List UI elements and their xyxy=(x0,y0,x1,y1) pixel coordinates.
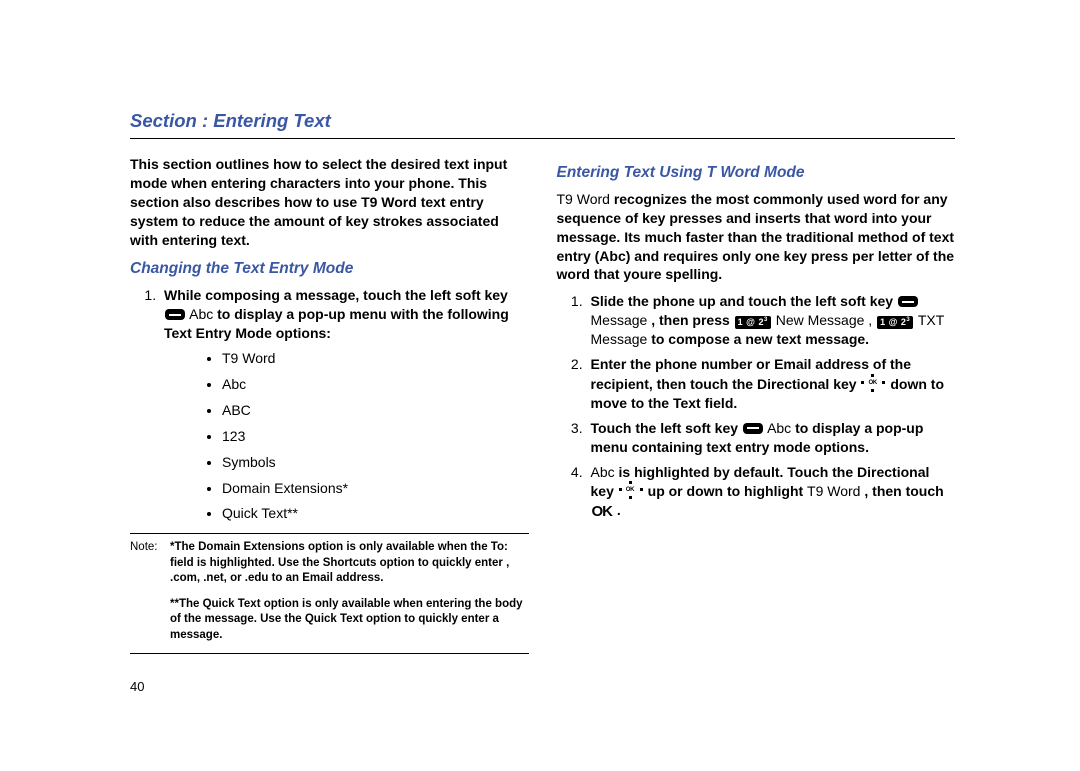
right-step-4: Abc is highlighted by default. Touch the… xyxy=(587,463,956,523)
step1-part-c: to display a pop-up menu with the follow… xyxy=(164,306,509,341)
note-block: Note: *The Domain Extensions option is o… xyxy=(130,540,529,643)
t9word-label: T9 Word xyxy=(557,191,610,207)
ok-icon: OK xyxy=(592,502,613,522)
mode-option: T9 Word xyxy=(222,349,529,368)
menu-key-icon: 1 @ 23 xyxy=(877,316,913,329)
page-number: 40 xyxy=(130,678,529,696)
softkey-icon xyxy=(165,309,185,320)
mode-option: Abc xyxy=(222,375,529,394)
mode-option: 123 xyxy=(222,427,529,446)
s1-c: to compose a new text message. xyxy=(651,331,869,347)
left-steps-list: While composing a message, touch the lef… xyxy=(130,286,529,523)
mode-options-list: T9 Word Abc ABC 123 Symbols Domain Exten… xyxy=(164,349,529,523)
right-intro: T9 Word recognizes the most commonly use… xyxy=(557,190,956,284)
right-steps-list: Slide the phone up and touch the left so… xyxy=(557,292,956,522)
s4-c: up or down to highlight xyxy=(648,483,807,499)
menu-key-icon: 1 @ 23 xyxy=(735,316,771,329)
s4-abc: Abc xyxy=(591,464,615,480)
note-label: Note: xyxy=(130,540,164,643)
subhead-changing-mode: Changing the Text Entry Mode xyxy=(130,259,529,280)
directional-key-icon: OK xyxy=(619,481,643,499)
subhead-t9word: Entering Text Using T Word Mode xyxy=(557,163,956,184)
mode-option: ABC xyxy=(222,401,529,420)
right-step-2: Enter the phone number or Email address … xyxy=(587,355,956,413)
step1-abc: Abc xyxy=(189,306,213,322)
intro-text: This section outlines how to select the … xyxy=(130,155,529,249)
mode-option: Quick Text** xyxy=(222,504,529,523)
s3-abc: Abc xyxy=(767,420,791,436)
divider xyxy=(130,653,529,654)
softkey-icon xyxy=(743,423,763,434)
s1-message: Message xyxy=(591,312,648,328)
mode-option: Symbols xyxy=(222,453,529,472)
s1-b: , then press xyxy=(651,312,733,328)
divider xyxy=(130,138,955,139)
s4-f: . xyxy=(617,502,621,518)
s1-a: Slide the phone up and touch the left so… xyxy=(591,293,894,309)
softkey-icon xyxy=(898,296,918,307)
mode-option: Domain Extensions* xyxy=(222,479,529,498)
right-column: Entering Text Using T Word Mode T9 Word … xyxy=(557,155,956,696)
step1-part-a: While composing a message, touch the lef… xyxy=(164,287,508,303)
s3-a: Touch the left soft key xyxy=(591,420,739,436)
s1-newmsg: New Message , xyxy=(776,312,876,328)
directional-key-icon: OK xyxy=(861,374,885,392)
left-column: This section outlines how to select the … xyxy=(130,155,529,696)
manual-page: Section : Entering Text This section out… xyxy=(0,0,1080,771)
right-step-1: Slide the phone up and touch the left so… xyxy=(587,292,956,349)
left-step-1: While composing a message, touch the lef… xyxy=(160,286,529,523)
s4-e: , then touch xyxy=(864,483,943,499)
two-column-layout: This section outlines how to select the … xyxy=(130,155,955,696)
divider xyxy=(130,533,529,534)
intro-body: recognizes the most commonly used word f… xyxy=(557,191,955,283)
right-step-3: Touch the left soft key Abc to display a… xyxy=(587,419,956,457)
section-title: Section : Entering Text xyxy=(130,110,955,132)
note-text-1: *The Domain Extensions option is only av… xyxy=(170,540,529,587)
note-text-2: **The Quick Text option is only availabl… xyxy=(170,597,529,644)
s4-t9: T9 Word xyxy=(807,483,860,499)
